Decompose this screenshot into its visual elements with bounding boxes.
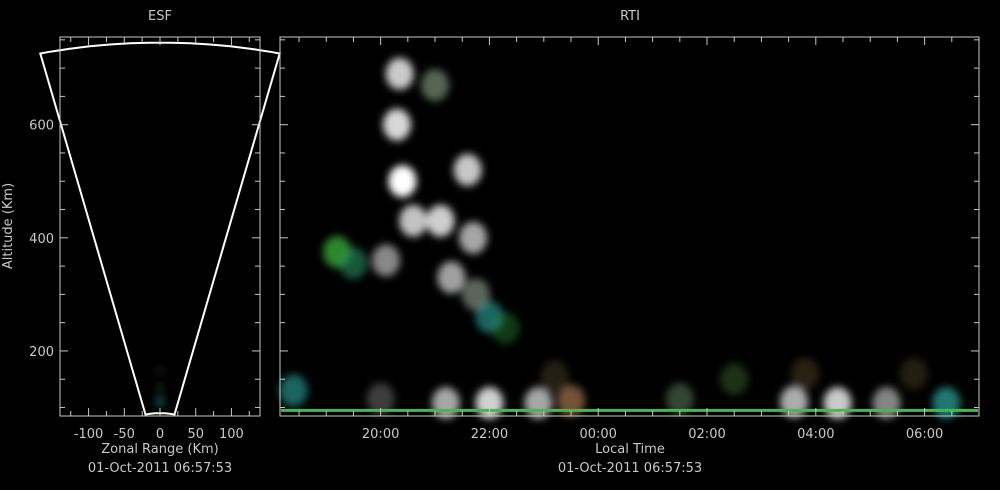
esf-y-tick-label: 400 (29, 232, 54, 247)
esf-y-tick-label: 600 (29, 119, 54, 134)
rti-echo-point (790, 357, 819, 390)
rti-x-tick-label: 00:00 (579, 427, 616, 442)
esf-y-axis: 200 400 600 (29, 39, 260, 409)
rti-echo-point (453, 153, 482, 186)
esf-rti-figure: ESF -100 -50 0 50 100 200 400 600 Zonal Range … (1, 9, 980, 476)
rti-echo-point (899, 357, 928, 390)
esf-x-tick-label: -100 (74, 427, 104, 442)
rti-y-axis (280, 39, 979, 409)
esf-echo-point (156, 382, 164, 393)
esf-x-axis: -100 -50 0 50 100 (70, 37, 250, 442)
rti-x-tick-label: 20:00 (362, 427, 399, 442)
rti-echo-point (459, 221, 488, 254)
rti-echo-point (437, 261, 466, 294)
rti-x-tick-label: 22:00 (471, 427, 508, 442)
rti-echo-point (339, 247, 368, 280)
esf-x-tick-label: 0 (156, 427, 164, 442)
esf-y-axis-label: Altitude (Km) (1, 183, 16, 269)
rti-echo-point (720, 363, 749, 396)
rti-echo-point (872, 386, 901, 419)
rti-panel: RTI 20:00 22:00 00:00 02:00 04:00 06:00 Local… (279, 9, 980, 476)
rti-echo-point (421, 69, 450, 102)
esf-panel: ESF -100 -50 0 50 100 200 400 600 Zonal Range … (1, 9, 281, 476)
rti-echo-layer (279, 57, 961, 419)
rti-plot-frame (279, 36, 980, 417)
rti-x-axis-label: Local Time (595, 442, 665, 457)
rti-echo-point (431, 386, 460, 419)
esf-x-tick-label: 50 (187, 427, 204, 442)
rti-x-axis: 20:00 22:00 00:00 02:00 04:00 06:00 (298, 37, 980, 442)
rti-echo-point (382, 108, 411, 141)
rti-echo-point (399, 204, 428, 237)
rti-echo-point (524, 386, 553, 419)
rti-echo-point (426, 204, 455, 237)
rti-x-tick-label: 06:00 (906, 427, 943, 442)
esf-echo-point (156, 365, 164, 376)
rti-echo-point (491, 312, 520, 345)
rti-x-tick-label: 02:00 (688, 427, 725, 442)
esf-beam-sector (39, 41, 281, 416)
esf-echo-point (156, 396, 164, 407)
rti-echo-point (385, 57, 414, 90)
rti-echo-point (388, 165, 417, 198)
esf-x-tick-label: 100 (219, 427, 244, 442)
rti-echo-point (823, 386, 852, 419)
esf-x-tick-label: -50 (114, 427, 135, 442)
esf-y-tick-label: 200 (29, 345, 54, 360)
esf-title: ESF (148, 9, 172, 24)
rti-timestamp: 01-Oct-2011 06:57:53 (558, 461, 702, 476)
rti-echo-point (780, 385, 809, 418)
rti-echo-point (932, 386, 961, 419)
esf-x-axis-label: Zonal Range (Km) (101, 442, 218, 457)
rti-echo-point (372, 244, 401, 277)
esf-echo-layer (156, 365, 164, 407)
rti-title: RTI (620, 9, 640, 24)
esf-timestamp: 01-Oct-2011 06:57:53 (88, 461, 232, 476)
rti-echo-point (540, 360, 569, 393)
rti-x-tick-label: 04:00 (797, 427, 834, 442)
